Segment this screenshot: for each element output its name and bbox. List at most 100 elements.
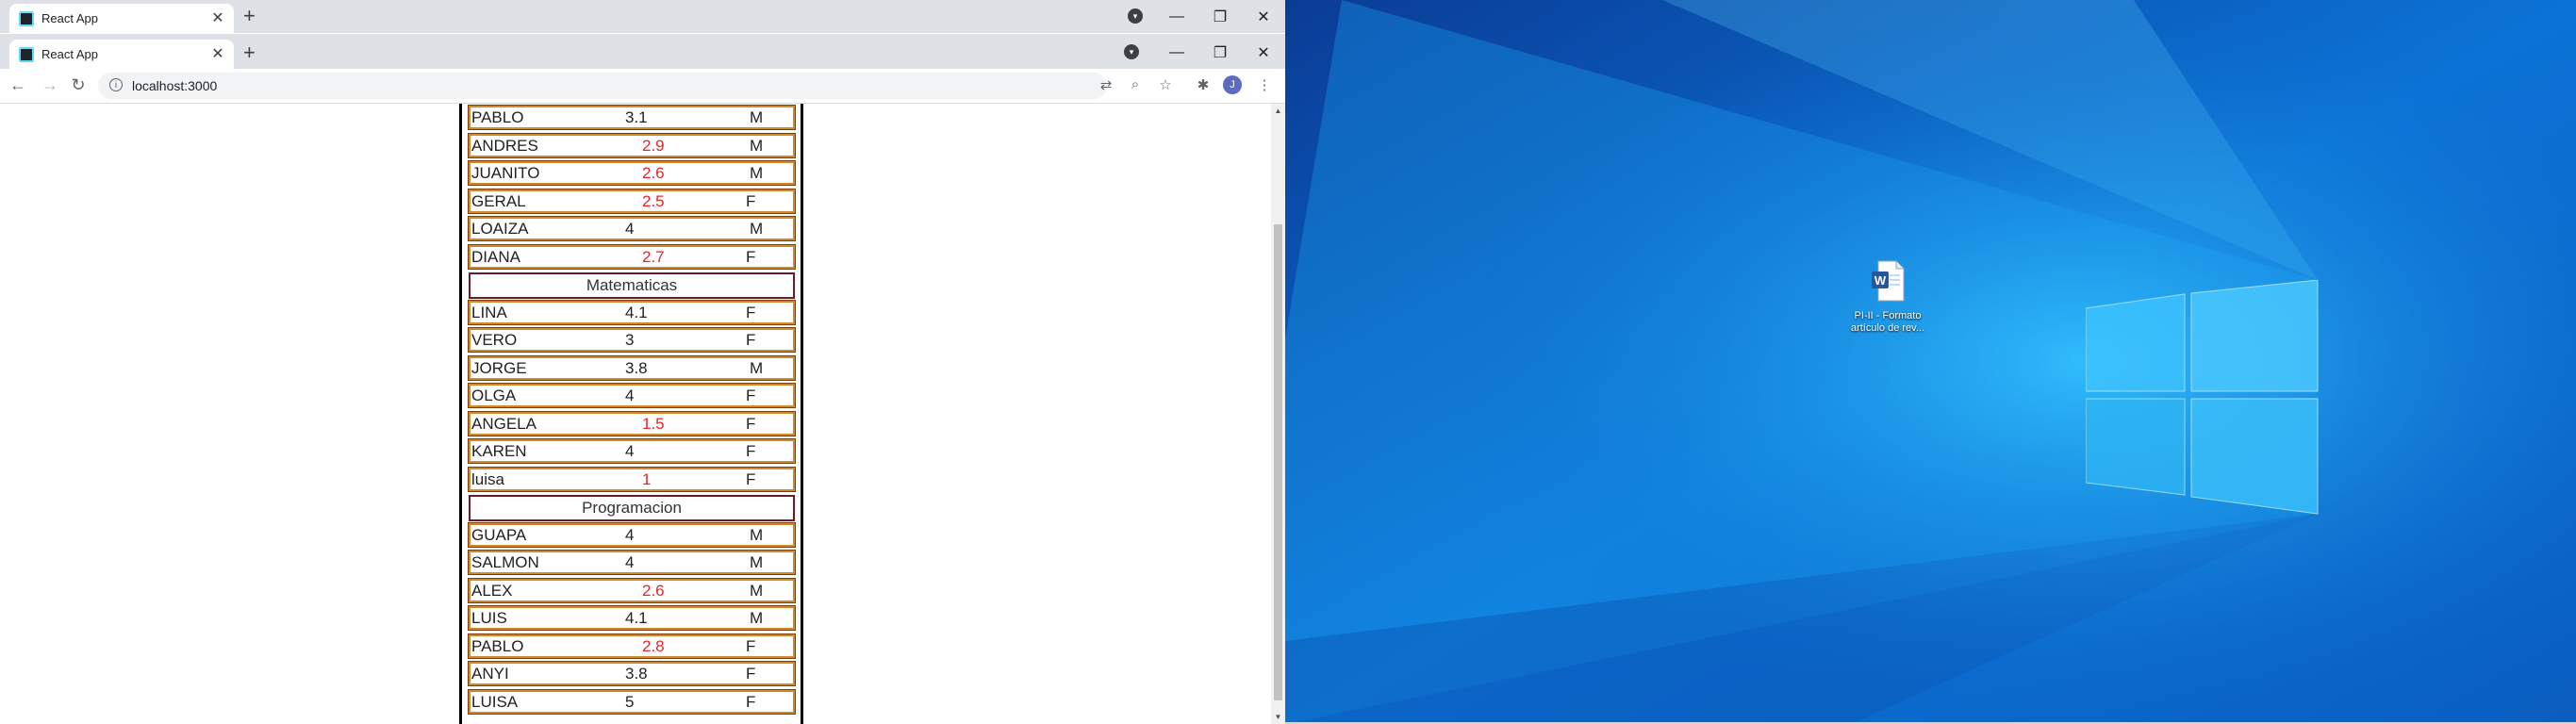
student-sex: M — [750, 220, 764, 238]
restore-icon[interactable]: ❐ — [1198, 8, 1242, 26]
student-row: LOAIZA 4 M — [468, 216, 796, 241]
info-icon[interactable]: i — [109, 78, 123, 91]
student-row: ANYI 3.8 F — [468, 661, 796, 686]
student-grade: 5 — [625, 692, 635, 711]
student-sex: F — [746, 442, 756, 460]
student-sex: F — [746, 191, 756, 210]
student-name: GERAL — [471, 191, 526, 210]
profile-avatar[interactable]: J — [1223, 75, 1242, 94]
page-scrollbar[interactable]: ▲ ▼ — [1271, 104, 1285, 724]
minimize-icon[interactable]: — — [1155, 8, 1198, 25]
student-grade: 3 — [625, 331, 635, 349]
extensions-icon[interactable]: ✱ — [1194, 76, 1213, 93]
student-grade: 3.8 — [625, 358, 648, 377]
bookmark-star-icon[interactable]: ☆ — [1156, 76, 1175, 93]
scrollbar-thumb[interactable] — [1274, 224, 1282, 700]
student-name: ANDRES — [471, 136, 538, 155]
zoom-icon[interactable]: ⌕ — [1126, 76, 1145, 92]
student-sex: M — [750, 609, 764, 627]
student-sex: M — [750, 581, 764, 600]
student-grade: 1 — [642, 469, 652, 488]
student-row: LINA 4.1 F — [468, 299, 796, 325]
student-name: OLGA — [471, 387, 517, 404]
student-name: PABLO — [471, 636, 524, 655]
reload-icon[interactable]: ↻ — [68, 75, 89, 95]
student-grade: 1.5 — [642, 414, 665, 433]
student-sex: M — [750, 358, 764, 377]
student-grade: 2.6 — [642, 581, 665, 600]
student-name: ALEX — [471, 581, 513, 600]
student-sex: M — [750, 136, 764, 155]
student-sex: F — [746, 692, 756, 711]
close-icon[interactable]: ✕ — [209, 8, 226, 27]
window-close-icon[interactable]: ✕ — [1242, 43, 1285, 62]
student-grade: 2.6 — [642, 164, 665, 182]
forward-icon[interactable]: → — [40, 75, 60, 95]
desktop-icon-word-file[interactable]: W PI-II - Formato artículo de rev... — [1836, 260, 1940, 335]
translate-icon[interactable]: ⇄ — [1097, 76, 1115, 93]
student-row: ALEX 2.6 M — [468, 577, 796, 603]
url-text: localhost:3000 — [132, 78, 218, 93]
tab-strip-outer: React App ✕ + ▾ — ❐ ✕ — [0, 0, 1285, 33]
favicon-react-icon — [19, 11, 34, 26]
back-icon[interactable]: ← — [8, 75, 28, 95]
page-viewport: PABLO 3.1 M ANDRES 2.9 M JUANITO 2.6 M GERAL 2.5 F L… — [0, 104, 1271, 724]
student-row: DIANA 2.7 F — [468, 243, 796, 270]
student-row: OLGA 4 F — [468, 383, 796, 408]
restore-icon[interactable]: ❐ — [1198, 43, 1242, 62]
student-grade: 4.1 — [625, 303, 648, 321]
subject-section-header: Programacion — [469, 495, 795, 521]
student-row: PABLO 2.8 F — [468, 633, 796, 659]
student-row: VERO 3 F — [468, 327, 796, 353]
student-name: LUIS — [471, 609, 507, 627]
tab-title: React App — [41, 47, 98, 61]
wallpaper-light-beams — [1285, 0, 2576, 724]
tab-react-app-inner[interactable]: React App ✕ — [9, 40, 234, 69]
student-name: LINA — [471, 303, 507, 321]
menu-icon[interactable]: ⋮ — [1255, 76, 1274, 93]
student-sex: M — [750, 108, 764, 126]
student-row: LUIS 4.1 M — [468, 605, 796, 631]
student-name: KAREN — [471, 442, 527, 460]
student-grade: 4 — [625, 442, 635, 460]
student-grade: 3.1 — [625, 108, 648, 126]
student-name: DIANA — [471, 247, 520, 266]
tab-react-app[interactable]: React App ✕ — [9, 4, 234, 33]
minimize-icon[interactable]: — — [1155, 44, 1198, 61]
scroll-up-icon[interactable]: ▲ — [1271, 107, 1285, 115]
student-grade: 4 — [625, 553, 635, 571]
student-sex: F — [746, 331, 756, 349]
tab-strip-inner: React App ✕ + ▾ — ❐ ✕ — [0, 34, 1285, 69]
student-sex: M — [750, 164, 764, 182]
student-name: PABLO — [471, 108, 524, 126]
address-bar[interactable]: i localhost:3000 — [98, 73, 1107, 99]
student-sex: F — [746, 414, 756, 433]
tab-search-icon[interactable]: ▾ — [1124, 44, 1139, 59]
window-close-icon[interactable]: ✕ — [1242, 8, 1285, 26]
student-row: luisa 1 F — [468, 466, 796, 492]
close-icon[interactable]: ✕ — [209, 44, 226, 63]
student-row: LUISA 5 F — [468, 688, 796, 715]
word-document-icon: W — [1872, 260, 1905, 302]
student-row: PABLO 3.1 M — [468, 105, 796, 130]
student-name: ANGELA — [471, 414, 537, 433]
student-grade: 2.7 — [642, 247, 665, 266]
student-grade: 2.5 — [642, 191, 665, 210]
browser-window: React App ✕ + ▾ — ❐ ✕ React App ✕ + ▾ — … — [0, 0, 1285, 724]
windows-logo-icon — [2086, 280, 2319, 515]
student-name: SALMON — [471, 553, 539, 571]
new-tab-icon[interactable]: + — [243, 6, 256, 26]
tab-search-icon[interactable]: ▾ — [1128, 8, 1143, 24]
tab-title: React App — [41, 11, 98, 25]
scroll-down-icon[interactable]: ▼ — [1271, 713, 1285, 721]
desktop-icon-label: PI-II - Formato artículo de rev... — [1850, 310, 1925, 334]
student-sex: F — [746, 387, 756, 404]
new-tab-icon[interactable]: + — [243, 42, 256, 63]
student-grade: 3.8 — [625, 665, 648, 683]
window-controls: — ❐ ✕ — [1155, 0, 1285, 33]
student-row: GERAL 2.5 F — [468, 188, 796, 214]
student-name: GUAPA — [471, 525, 527, 544]
student-sex: F — [746, 247, 756, 266]
student-sex: F — [746, 636, 756, 655]
subject-section-header: Matematicas — [469, 272, 795, 299]
